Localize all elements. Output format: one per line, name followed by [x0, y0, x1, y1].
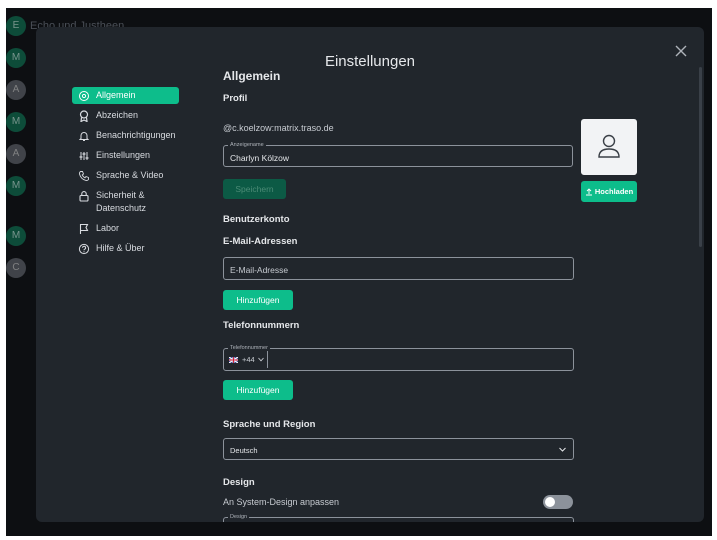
nav-item-labor[interactable]: Labor [72, 220, 222, 237]
user-id: @c.koelzow:matrix.traso.de [223, 123, 334, 133]
nav-item-sicherheit[interactable]: Sicherheit & Datenschutz [72, 187, 184, 217]
phone-icon [79, 171, 89, 181]
field-legend: Anzeigename [228, 141, 266, 149]
field-legend: Telefonnummer [228, 344, 270, 352]
profile-heading: Profil [223, 93, 248, 104]
chevron-down-icon[interactable] [258, 357, 264, 362]
language-heading: Sprache und Region [223, 419, 316, 430]
gear-icon [79, 91, 89, 101]
display-name-value: Charlyn Kölzow [230, 153, 290, 163]
nav-item-label: Labor [96, 223, 120, 233]
settings-dialog: Einstellungen Allgemein Abzeichen Benach… [36, 27, 704, 522]
toggle-knob [545, 497, 555, 507]
avatar[interactable] [581, 119, 637, 175]
nav-item-allgemein[interactable]: Allgemein [72, 87, 179, 104]
space-avatar[interactable]: M [6, 48, 26, 68]
system-theme-label: An System-Design anpassen [223, 497, 340, 507]
nav-item-label: Sicherheit & Datenschutz [96, 190, 147, 213]
user-icon [598, 134, 620, 158]
field-legend: Design [228, 513, 250, 521]
upload-icon [585, 188, 592, 196]
chevron-down-icon [559, 447, 566, 452]
nav-item-sprache-video[interactable]: Sprache & Video [72, 167, 222, 184]
divider [267, 351, 268, 368]
email-heading: E-Mail-Adressen [223, 236, 298, 247]
uk-flag-icon [229, 357, 238, 363]
phone-heading: Telefonnummern [223, 320, 300, 331]
nav-item-label: Abzeichen [96, 110, 139, 120]
language-select[interactable]: Deutsch [223, 438, 574, 460]
settings-content: Allgemein Profil @c.koelzow:matrix.traso… [223, 27, 643, 522]
space-avatar[interactable]: A [6, 80, 26, 100]
space-avatar[interactable]: M [6, 112, 26, 132]
nav-item-label: Einstellungen [96, 150, 151, 160]
bell-icon [78, 132, 90, 141]
sliders-icon [79, 152, 89, 160]
design-heading: Design [223, 477, 255, 488]
nav-item-benachrichtigungen[interactable]: Benachrichtigungen [72, 127, 222, 144]
upload-label: Hochladen [594, 187, 634, 196]
help-icon [78, 243, 90, 255]
nav-item-label: Sprache & Video [96, 170, 164, 180]
nav-item-label: Benachrichtigungen [96, 130, 176, 140]
section-title: Allgemein [223, 69, 281, 83]
language-value: Deutsch [230, 446, 258, 455]
nav-item-label: Hilfe & Über [96, 243, 145, 253]
badge-icon [79, 110, 89, 122]
nav-item-einstellungen[interactable]: Einstellungen [72, 147, 222, 164]
settings-nav: Allgemein Abzeichen Benachrichtigungen E… [72, 87, 222, 260]
add-email-button[interactable]: Hinzufügen [223, 290, 293, 310]
space-avatar[interactable]: E [6, 16, 26, 36]
flag-icon [79, 223, 89, 234]
space-avatar[interactable]: C [6, 258, 26, 278]
theme-select[interactable]: Design [223, 513, 574, 522]
close-icon[interactable] [674, 44, 688, 58]
add-phone-button[interactable]: Hinzufügen [223, 380, 293, 400]
email-placeholder: E-Mail-Adresse [230, 265, 289, 275]
country-code[interactable]: +44 [242, 355, 255, 364]
nav-item-label: Allgemein [96, 90, 136, 100]
nav-item-hilfe[interactable]: Hilfe & Über [72, 240, 222, 257]
save-button[interactable]: Speichern [223, 179, 286, 199]
space-avatar[interactable]: M [6, 176, 26, 196]
upload-button[interactable]: Hochladen [581, 181, 637, 202]
display-name-field[interactable]: Anzeigename Charlyn Kölzow [223, 141, 573, 167]
space-avatar[interactable]: A [6, 144, 26, 164]
system-theme-toggle[interactable] [543, 495, 573, 509]
space-avatar[interactable]: M [6, 226, 26, 246]
account-heading: Benutzerkonto [223, 214, 290, 225]
scrollbar[interactable] [699, 67, 702, 247]
phone-input[interactable]: Telefonnummer +44 [223, 344, 574, 371]
nav-item-abzeichen[interactable]: Abzeichen [72, 107, 222, 124]
app-window: E M A M A M M C Echo und Justheen Einste… [6, 8, 712, 536]
lock-icon [79, 191, 89, 202]
email-input[interactable]: E-Mail-Adresse [223, 257, 574, 280]
